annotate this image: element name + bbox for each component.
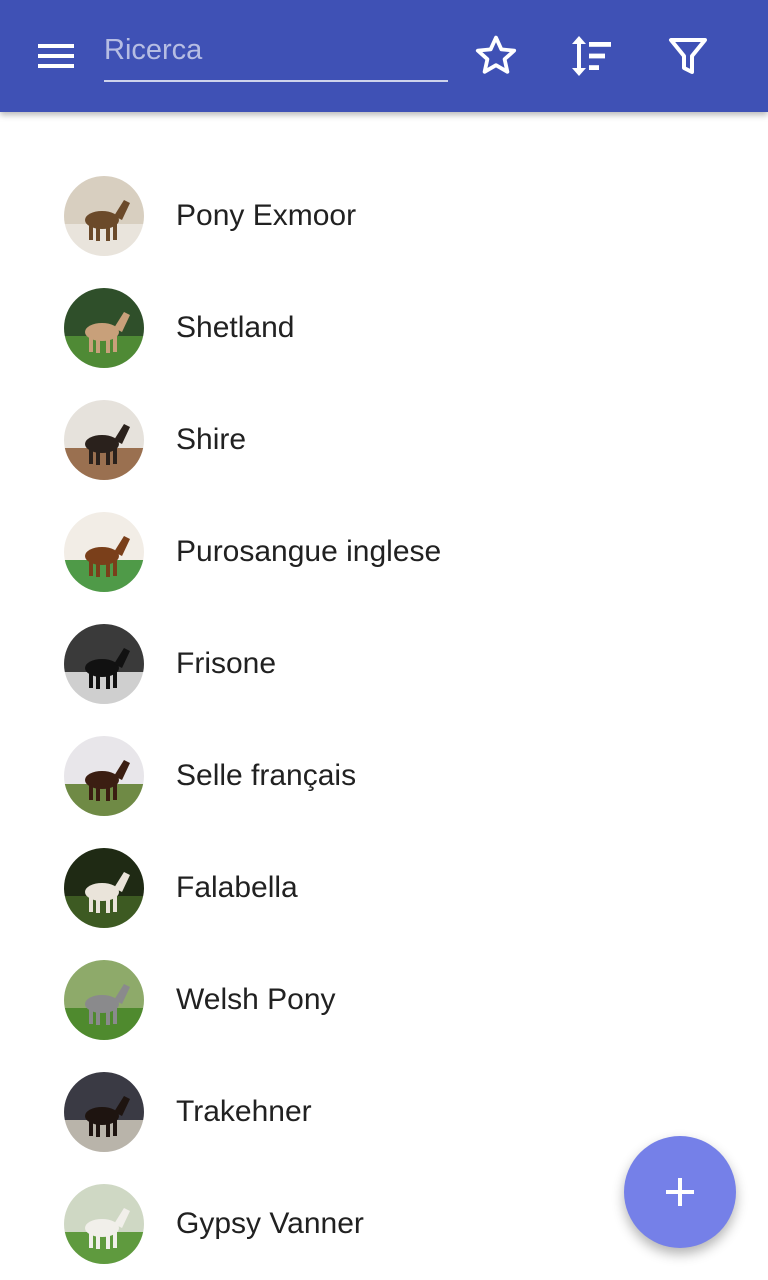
plus-icon [666, 1178, 694, 1206]
list-item[interactable]: Falabella [0, 832, 768, 944]
menu-button[interactable] [24, 32, 88, 80]
sort-icon [572, 36, 611, 76]
horse-photo-icon [64, 176, 144, 256]
list-item[interactable]: Shire [0, 384, 768, 496]
horse-photo-icon [64, 512, 144, 592]
horse-photo-icon [64, 848, 144, 928]
list-item[interactable]: Shetland [0, 272, 768, 384]
list-item[interactable]: Selle français [0, 720, 768, 832]
breed-name: Frisone [176, 647, 277, 680]
list-item[interactable]: Welsh Pony [0, 944, 768, 1056]
avatar [64, 176, 144, 256]
breed-list: Pony Exmoor Shetland Shire Purosangue ingle… [0, 160, 768, 1280]
list-item[interactable]: Frisone [0, 608, 768, 720]
breed-name: Gypsy Vanner [176, 1207, 364, 1240]
avatar [64, 512, 144, 592]
breed-name: Shire [176, 423, 247, 456]
sort-button[interactable] [563, 28, 619, 84]
filter-icon [669, 38, 707, 74]
avatar [64, 848, 144, 928]
breed-name: Pony Exmoor [176, 199, 357, 232]
breed-name: Trakehner [176, 1095, 312, 1128]
horse-photo-icon [64, 624, 144, 704]
breed-name: Selle français [176, 759, 357, 792]
star-outline-icon [475, 35, 517, 74]
avatar [64, 736, 144, 816]
horse-photo-icon [64, 736, 144, 816]
avatar [64, 288, 144, 368]
add-button[interactable] [624, 1136, 736, 1248]
horse-photo-icon [64, 288, 144, 368]
horse-photo-icon [64, 1072, 144, 1152]
breed-name: Purosangue inglese [176, 535, 442, 568]
horse-photo-icon [64, 1184, 144, 1264]
list-item[interactable]: Pony Exmoor [0, 160, 768, 272]
avatar [64, 1184, 144, 1264]
filter-button[interactable] [660, 28, 716, 84]
avatar [64, 1072, 144, 1152]
list-item[interactable]: Purosangue inglese [0, 496, 768, 608]
hamburger-menu-icon [38, 44, 74, 68]
avatar [64, 624, 144, 704]
breed-name: Shetland [176, 311, 295, 344]
avatar [64, 960, 144, 1040]
horse-photo-icon [64, 400, 144, 480]
search-input[interactable] [104, 24, 448, 76]
horse-photo-icon [64, 960, 144, 1040]
search-field [104, 24, 448, 82]
avatar [64, 400, 144, 480]
breed-name: Falabella [176, 871, 298, 904]
favorites-button[interactable] [468, 28, 524, 84]
top-app-bar [0, 0, 768, 112]
breed-name: Welsh Pony [176, 983, 336, 1016]
